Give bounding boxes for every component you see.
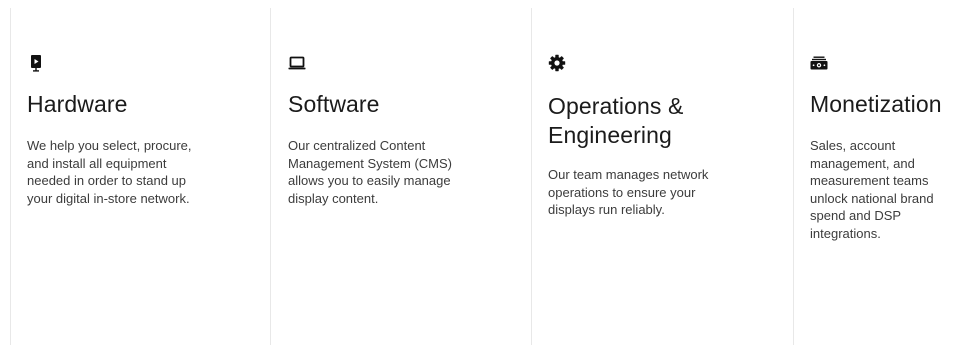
money-icon (810, 54, 828, 72)
operations-title-line-1: Operations & (548, 93, 684, 119)
software-description: Our centralized Content Management Syste… (288, 138, 452, 206)
monetization-title: Monetization (810, 91, 942, 117)
service-card-monetization: Monetization Sales, account management, … (810, 0, 966, 345)
column-divider (270, 8, 271, 345)
hardware-description: We help you select, procure, and install… (27, 138, 192, 206)
column-divider (531, 8, 532, 345)
monetization-description: Sales, account management, and measureme… (810, 138, 934, 241)
hardware-title: Hardware (27, 91, 128, 117)
column-divider (793, 8, 794, 345)
operations-description: Our team manages network operations to e… (548, 167, 709, 218)
gear-icon (548, 54, 566, 72)
services-row: Hardware We help you select, procure, an… (0, 0, 966, 345)
service-card-operations: Operations & Engineering Our team manage… (548, 0, 778, 345)
digital-signage-icon (27, 54, 45, 72)
service-card-software: Software Our centralized Content Managem… (288, 0, 513, 345)
operations-title-line-2: Engineering (548, 122, 672, 148)
service-card-hardware: Hardware We help you select, procure, an… (27, 0, 252, 345)
software-title: Software (288, 91, 380, 117)
column-divider (10, 8, 11, 345)
laptop-icon (288, 54, 306, 72)
